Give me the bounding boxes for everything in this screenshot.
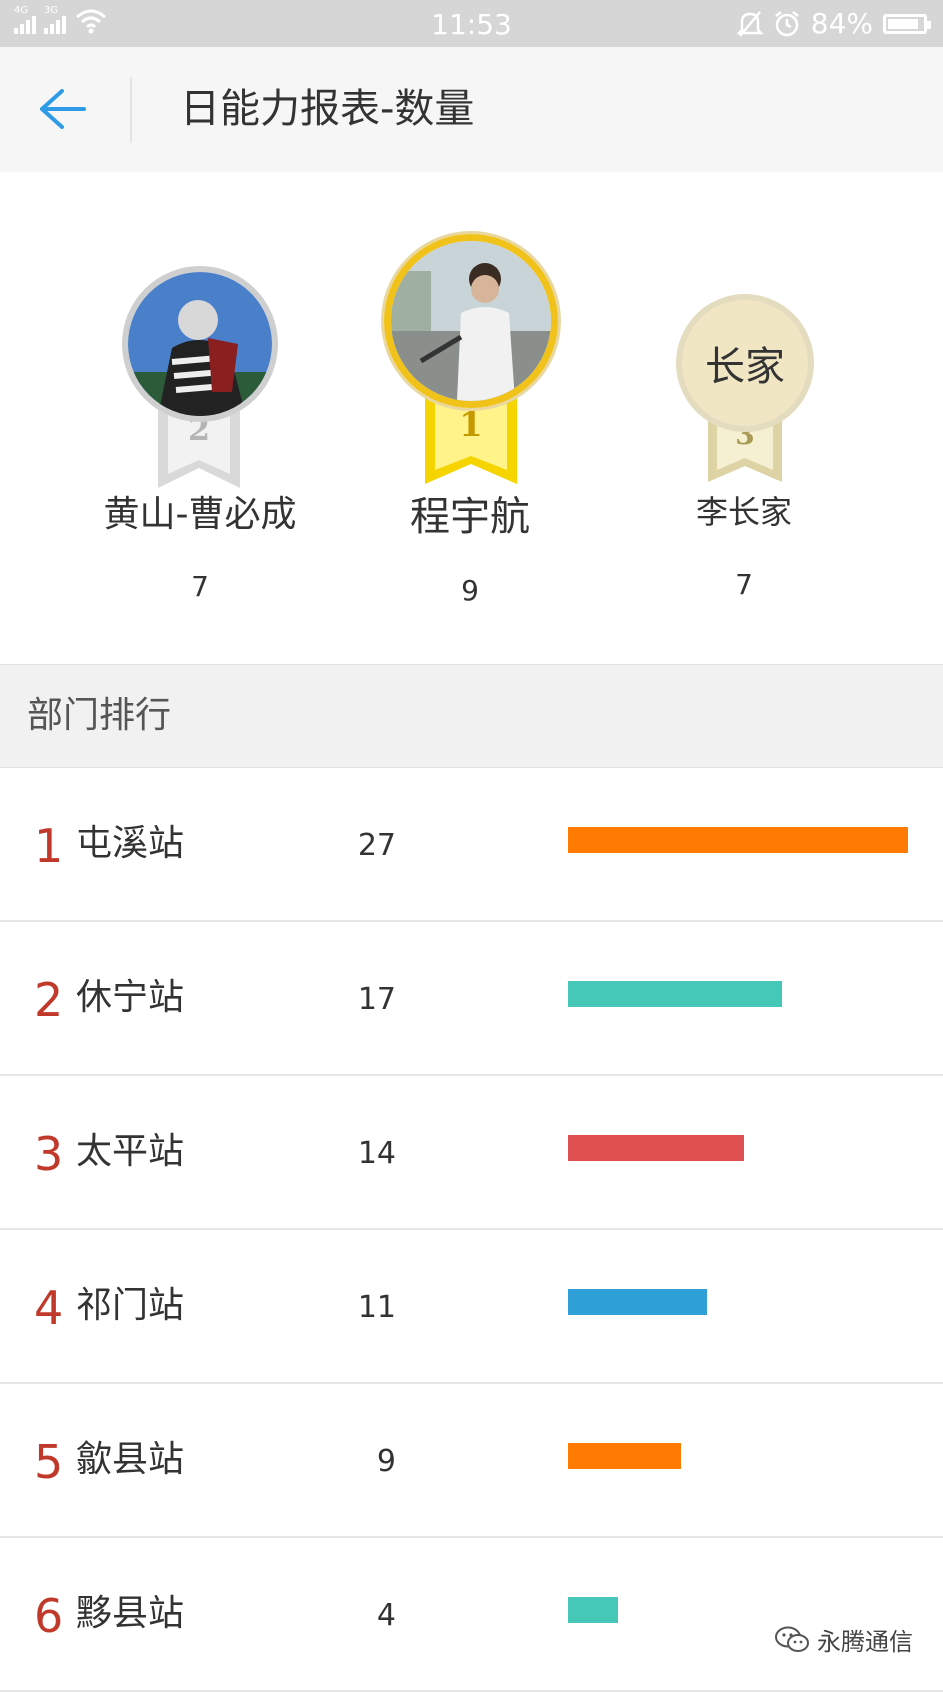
department-value: 14 (357, 1136, 396, 1171)
podium-name: 黄山-曹必成 (103, 494, 297, 535)
department-value: 27 (357, 828, 396, 863)
alarm-icon (774, 10, 799, 36)
avatar (122, 266, 278, 422)
rank-number: 2 (34, 973, 64, 1027)
department-ranking-list: 1 屯溪站 27 2 休宁站 17 3 太平站 14 4 祁门站 11 5 歙县… (0, 768, 943, 1692)
department-name: 歙县站 (76, 1439, 185, 1480)
list-item[interactable]: 6 黟县站 4 (0, 1538, 943, 1692)
medal-ribbon-gold-icon: 1 (425, 398, 517, 484)
value-bar (568, 827, 908, 853)
department-name: 祁门站 (76, 1285, 185, 1326)
department-name: 屯溪站 (76, 823, 185, 864)
list-item[interactable]: 2 休宁站 17 (0, 922, 943, 1076)
rank-number: 3 (34, 1127, 64, 1181)
list-item[interactable]: 3 太平站 14 (0, 1076, 943, 1230)
app-header: 日能力报表-数量 (0, 47, 943, 173)
avatar (384, 234, 558, 408)
top-three-podium: 2 黄山-曹必成 7 1 程宇航 9 3 长家 李长家 7 (0, 172, 943, 664)
department-name: 休宁站 (76, 977, 185, 1018)
back-arrow-icon[interactable] (36, 85, 88, 133)
wechat-icon (775, 1626, 809, 1652)
page-title: 日能力报表-数量 (180, 86, 475, 132)
department-name: 黟县站 (76, 1593, 185, 1634)
value-bar (568, 1289, 707, 1315)
department-value: 4 (376, 1598, 396, 1633)
section-title: 部门排行 (27, 695, 172, 736)
avatar-image (128, 272, 272, 416)
section-header: 部门排行 (0, 664, 943, 768)
department-value: 11 (357, 1290, 396, 1325)
value-bar (568, 1135, 744, 1161)
rank-number: 5 (34, 1435, 64, 1489)
list-item[interactable]: 1 屯溪站 27 (0, 768, 943, 922)
rank-number: 6 (34, 1589, 64, 1643)
header-divider (130, 77, 132, 143)
list-item[interactable]: 4 祁门站 11 (0, 1230, 943, 1384)
avatar-image (391, 241, 551, 401)
svg-text:1: 1 (459, 405, 483, 445)
podium-value: 7 (735, 568, 753, 601)
watermark: 永腾通信 (775, 1622, 913, 1657)
battery-percent: 84% (810, 7, 873, 40)
avatar-initials: 长家 (705, 344, 785, 390)
value-bar (568, 1597, 618, 1623)
rank-number: 1 (34, 819, 64, 873)
battery-icon (883, 13, 931, 34)
status-right: 84% (736, 7, 931, 40)
value-bar (568, 1443, 681, 1469)
avatar-text: 长家 (676, 294, 814, 432)
department-value: 17 (357, 982, 396, 1017)
list-item[interactable]: 5 歙县站 9 (0, 1384, 943, 1538)
status-bar: 4G 3G 11:53 84% (0, 0, 943, 47)
podium-value: 9 (461, 574, 479, 607)
podium-value: 7 (191, 570, 209, 603)
mute-bell-icon (736, 10, 763, 37)
podium-name: 李长家 (695, 493, 792, 531)
rank-number: 4 (34, 1281, 64, 1335)
department-name: 太平站 (76, 1131, 185, 1172)
department-value: 9 (376, 1444, 396, 1479)
value-bar (568, 981, 782, 1007)
podium-name: 程宇航 (410, 494, 530, 540)
watermark-text: 永腾通信 (817, 1628, 913, 1656)
